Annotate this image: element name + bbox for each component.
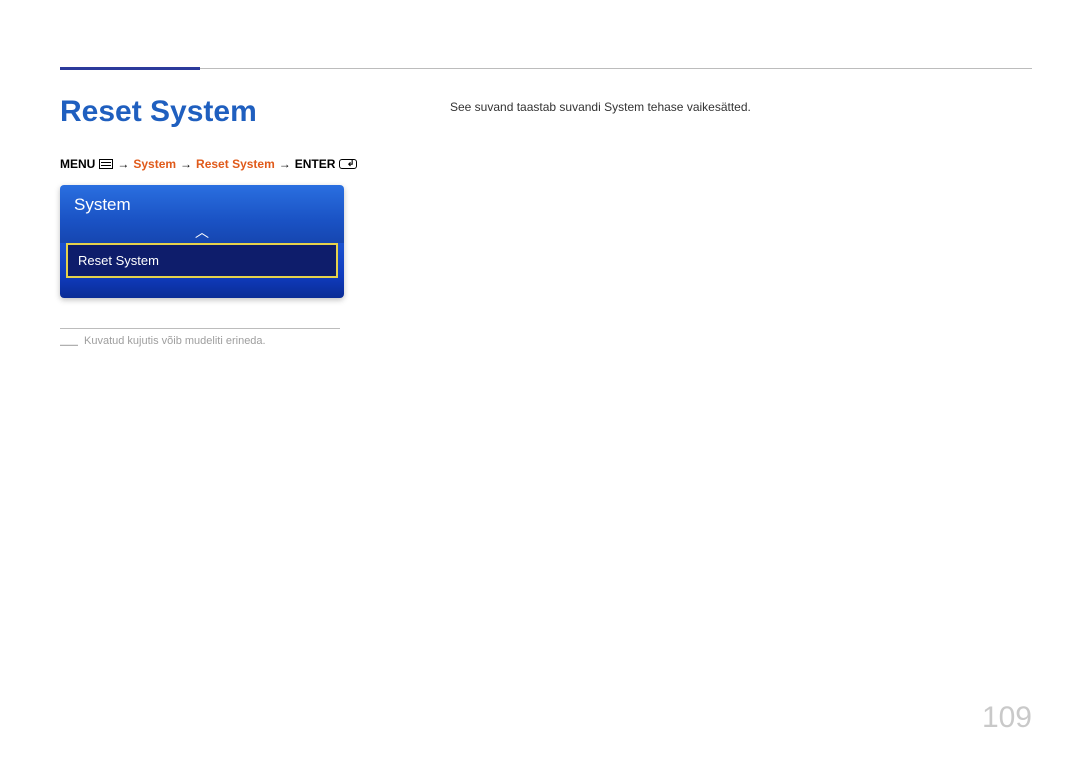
right-column: See suvand taastab suvandi System tehase… [450,100,1030,114]
chevron-up-icon: ︿ [195,225,209,239]
enter-icon [339,159,357,169]
breadcrumb-arrow: → [117,157,129,171]
page-number: 109 [982,701,1032,735]
osd-body: Reset System [60,243,344,298]
breadcrumb-menu-label: MENU [60,157,95,171]
footnote-rule [60,328,340,329]
osd-item-reset-system[interactable]: Reset System [66,243,338,278]
osd-panel: System ︿ Reset System [60,185,344,298]
footnote-dash: ― [60,335,78,353]
top-rule [60,68,1032,69]
top-rule-accent [60,67,200,70]
osd-title: System [60,185,344,221]
breadcrumb-enter-label: ENTER [295,157,336,171]
breadcrumb-step-reset-system: Reset System [196,157,275,171]
description-text: See suvand taastab suvandi System tehase… [450,100,1030,114]
osd-arrow-row[interactable]: ︿ [60,221,344,243]
breadcrumb-arrow: → [279,157,291,171]
breadcrumb-step-system: System [133,157,176,171]
menu-icon [99,159,113,169]
footnote-text: Kuvatud kujutis võib mudeliti erineda. [84,335,266,347]
footnote: ― Kuvatud kujutis võib mudeliti erineda. [60,335,1030,353]
breadcrumb: MENU → System → Reset System → ENTER [60,157,1030,171]
breadcrumb-arrow: → [180,157,192,171]
